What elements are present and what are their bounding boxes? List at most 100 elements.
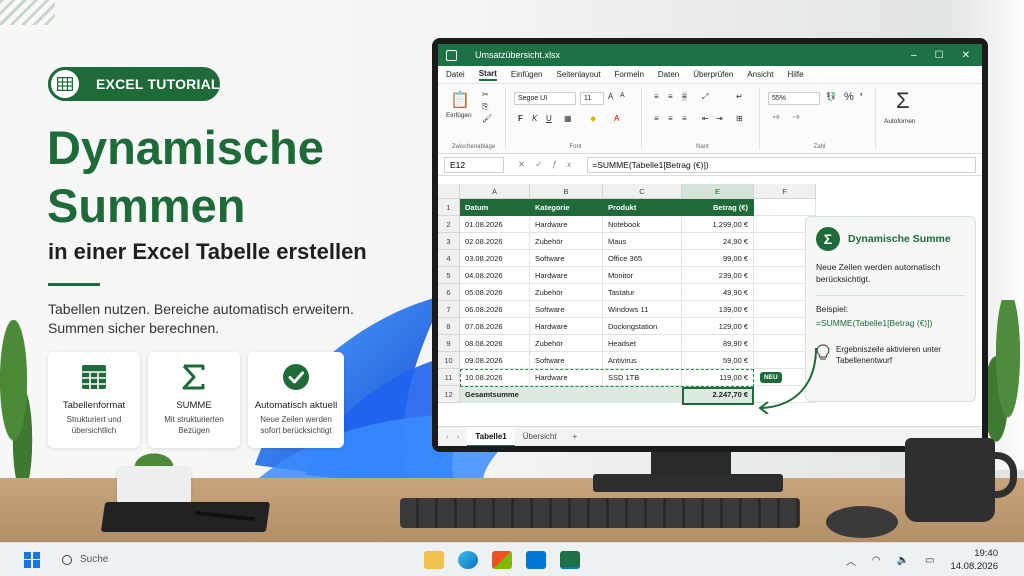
name-box[interactable]: E12 [444, 156, 504, 173]
increase-decimal-icon[interactable]: ⁺⁰ [772, 114, 779, 123]
tab-ansicht[interactable]: Ansicht [747, 70, 773, 79]
tab-start[interactable]: Start [478, 69, 497, 81]
table-cell[interactable]: 04.08.2026 [460, 267, 530, 284]
sheet-nav-icons[interactable]: ‹› [438, 432, 467, 441]
number-format-select[interactable]: 55% [768, 92, 820, 105]
table-cell[interactable]: Tastatur [603, 284, 682, 301]
sheet-tab-tabelle1[interactable]: Tabelle1 [467, 426, 515, 446]
italic-icon[interactable]: K [532, 114, 537, 123]
table-cell[interactable]: Zubehör [530, 284, 603, 301]
table-cell[interactable]: Office 365 [603, 250, 682, 267]
outdent-icon[interactable]: ⇥ [716, 114, 723, 123]
table-cell[interactable]: Maus [603, 233, 682, 250]
volume-icon[interactable]: 🔈 [897, 555, 909, 566]
column-header-e[interactable]: E [682, 184, 754, 199]
table-header-cell[interactable]: Betrag (€) [682, 199, 754, 216]
maximize-icon[interactable]: ☐ [935, 50, 944, 61]
table-cell[interactable]: Zubehör [530, 233, 603, 250]
table-cell[interactable]: Monitor [603, 267, 682, 284]
decrease-decimal-icon[interactable]: ⁻⁰ [792, 114, 799, 123]
chevron-up-icon[interactable]: ︿ [846, 553, 856, 568]
table-cell[interactable]: 99,00 € [682, 250, 754, 267]
grow-font-icon[interactable]: A [608, 92, 613, 101]
edge-icon[interactable] [458, 551, 478, 569]
column-header-f[interactable]: F [754, 184, 816, 199]
store-icon[interactable] [492, 551, 512, 569]
formula-actions[interactable]: ✕✓ƒx [518, 159, 581, 170]
wrap-text-icon[interactable]: ↵ [736, 92, 743, 101]
table-cell[interactable]: 05.08.2026 [460, 284, 530, 301]
table-cell[interactable]: Hardware [530, 318, 603, 335]
file-explorer-icon[interactable] [424, 551, 444, 569]
select-all-corner[interactable] [438, 184, 460, 199]
format-painter-icon[interactable]: 🖌 [482, 114, 492, 123]
autosum-icon[interactable]: Σ [896, 88, 910, 114]
table-cell[interactable]: 03.08.2026 [460, 250, 530, 267]
row-header[interactable]: 3 [438, 233, 460, 250]
table-cell[interactable]: Notebook [603, 216, 682, 233]
tab-daten[interactable]: Daten [658, 70, 679, 79]
paste-icon[interactable]: 📋 [450, 90, 470, 110]
row-header[interactable]: 9 [438, 335, 460, 352]
column-header-b[interactable]: B [530, 184, 603, 199]
battery-icon[interactable]: ▭ [925, 555, 934, 566]
add-sheet-button[interactable]: + [565, 432, 586, 441]
wifi-icon[interactable]: ◠ [872, 555, 881, 566]
table-header-cell[interactable]: Datum [460, 199, 530, 216]
taskbar-search[interactable]: Suche [62, 554, 108, 565]
align-center-icon[interactable]: ≡ [668, 114, 673, 123]
row-header[interactable]: 10 [438, 352, 460, 369]
table-header-cell[interactable]: Produkt [603, 199, 682, 216]
autosum-button[interactable]: Autofomen [884, 118, 915, 125]
table-cell[interactable]: 239,00 € [682, 267, 754, 284]
font-name-select[interactable]: Segoe UI [514, 92, 576, 105]
table-cell[interactable]: 24,90 € [682, 233, 754, 250]
table-cell[interactable]: Dockingstation [603, 318, 682, 335]
table-cell[interactable]: Software [530, 352, 603, 369]
shrink-font-icon[interactable]: A [620, 92, 625, 99]
sheet-tab-uebersicht[interactable]: Übersicht [515, 427, 565, 447]
table-cell[interactable]: 59,00 € [682, 352, 754, 369]
row-header[interactable]: 6 [438, 284, 460, 301]
row-header[interactable]: 8 [438, 318, 460, 335]
empty-cell[interactable] [754, 199, 816, 216]
row-header[interactable]: 4 [438, 250, 460, 267]
table-cell[interactable]: 06.08.2026 [460, 301, 530, 318]
table-cell[interactable]: Zubehör [530, 335, 603, 352]
table-cell[interactable]: 1.299,00 € [682, 216, 754, 233]
excel-taskbar-icon[interactable] [560, 551, 580, 569]
table-cell[interactable]: 89,90 € [682, 335, 754, 352]
paste-button[interactable]: Einfügen [446, 112, 472, 119]
thousands-icon[interactable]: ❜ [860, 92, 863, 101]
table-cell[interactable]: Software [530, 301, 603, 318]
tab-datei[interactable]: Datei [446, 70, 465, 79]
table-cell[interactable]: Antivirus [603, 352, 682, 369]
row-header[interactable]: 5 [438, 267, 460, 284]
align-bottom-icon[interactable]: ≡ [682, 92, 687, 101]
table-cell[interactable]: Software [530, 250, 603, 267]
font-color-icon[interactable]: A [614, 114, 619, 123]
fill-color-icon[interactable]: ◆ [590, 114, 596, 123]
table-cell[interactable]: 08.08.2026 [460, 335, 530, 352]
table-cell[interactable]: Windows 11 [603, 301, 682, 318]
align-middle-icon[interactable]: ≡ [668, 92, 673, 101]
table-cell[interactable]: Hardware [530, 267, 603, 284]
column-header-c[interactable]: C [603, 184, 682, 199]
close-icon[interactable]: ✕ [962, 50, 970, 61]
table-cell[interactable]: 07.08.2026 [460, 318, 530, 335]
font-size-select[interactable]: 11 [580, 92, 604, 105]
row-header[interactable]: 2 [438, 216, 460, 233]
percent-icon[interactable]: % [844, 91, 854, 103]
total-cell[interactable] [530, 386, 603, 403]
excel-titlebar[interactable]: Umsatzübersicht.xlsx – ☐ ✕ [438, 44, 982, 66]
border-icon[interactable]: ▦ [564, 114, 572, 123]
merge-icon[interactable]: ⊞ [736, 114, 743, 123]
row-header[interactable]: 11 [438, 369, 460, 386]
table-cell[interactable]: 129,00 € [682, 318, 754, 335]
align-left-icon[interactable]: ≡ [654, 114, 659, 123]
tab-hilfe[interactable]: Hilfe [788, 70, 804, 79]
tab-formeln[interactable]: Formeln [615, 70, 644, 79]
currency-icon[interactable]: 💱 [826, 92, 836, 101]
clock[interactable]: 19:40 14.08.2026 [950, 547, 998, 573]
align-right-icon[interactable]: ≡ [682, 114, 687, 123]
